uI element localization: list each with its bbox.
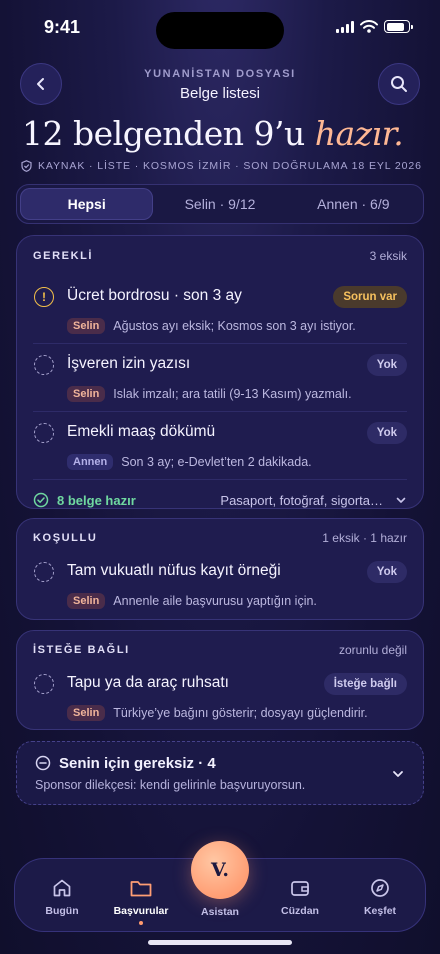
- compass-icon: [369, 877, 391, 899]
- status-badge[interactable]: Yok: [366, 561, 407, 583]
- battery-icon: [384, 20, 413, 33]
- doc-title: Tapu ya da araç ruhsatı: [67, 674, 229, 691]
- source-line: KAYNAK · LİSTE · KOSMOS İZMİR · SON DOĞR…: [21, 160, 422, 172]
- missing-status-icon: [34, 562, 54, 582]
- home-indicator[interactable]: [148, 940, 292, 945]
- person-tag: Selin: [67, 318, 106, 334]
- section-label: İSTEĞE BAĞLI: [33, 644, 130, 656]
- required-section: GEREKLİ 3 eksik ! Ücret bordrosu · son 3…: [16, 235, 424, 509]
- title-accent: hazır.: [314, 114, 404, 153]
- status-bar: 9:41: [0, 0, 440, 56]
- doc-note: Türkiye’ye bağını gösterir; dosyayı güçl…: [113, 706, 368, 720]
- doc-row-property-deed[interactable]: Tapu ya da araç ruhsatı Selin Türkiye’ye…: [33, 663, 407, 731]
- shield-check-icon: [21, 160, 32, 172]
- filter-all[interactable]: Hepsi: [20, 188, 154, 220]
- doc-note: Islak imzalı; ara tatili (9-13 Kasım) ya…: [113, 387, 352, 401]
- doc-title: Tam vukuatlı nüfus kayıt örneği: [67, 562, 281, 579]
- doc-note: Ağustos ayı eksik; Kosmos son 3 ayı isti…: [113, 319, 356, 333]
- doc-title: Ücret bordrosu · son 3 ay: [67, 287, 242, 304]
- status-badge[interactable]: Yok: [366, 422, 407, 444]
- status-icons: [336, 20, 413, 33]
- doc-row-civil-registry[interactable]: Tam vukuatlı nüfus kayıt örneği Selin An…: [33, 551, 407, 619]
- doc-row-pension-statement[interactable]: Emekli maaş dökümü Annen Son 3 ay; e-Dev…: [33, 412, 407, 480]
- chevron-down-icon: [393, 771, 403, 777]
- wifi-icon: [360, 20, 378, 33]
- dynamic-island: [156, 12, 284, 49]
- tab-label: Keşfet: [363, 905, 397, 917]
- doc-title: Emekli maaş dökümü: [67, 423, 216, 440]
- filter-selin[interactable]: Selin · 9/12: [153, 188, 286, 220]
- assistant-button[interactable]: V.: [191, 841, 249, 899]
- status-time: 9:41: [44, 17, 81, 37]
- doc-note: Annenle aile başvurusu yaptığın için.: [113, 594, 317, 608]
- doc-title: İşveren izin yazısı: [67, 355, 191, 372]
- page-title: 12 belgenden 9’u hazır.: [22, 114, 404, 153]
- doc-row-payslip[interactable]: ! Ücret bordrosu · son 3 ay Selin Ağusto…: [33, 276, 407, 344]
- back-button[interactable]: [20, 63, 62, 105]
- status-badge[interactable]: Sorun var: [333, 286, 407, 308]
- not-needed-section[interactable]: Senin için gereksiz · 4 Sponsor dilekçes…: [16, 741, 424, 805]
- person-tag: Selin: [67, 386, 106, 402]
- check-circle-icon: [33, 492, 49, 508]
- person-tag: Annen: [67, 454, 114, 470]
- minus-circle-icon: [35, 755, 51, 771]
- conditional-section: KOŞULLU 1 eksik · 1 hazır Tam vukuatlı n…: [16, 518, 424, 620]
- optional-section: İSTEĞE BAĞLI zorunlu değil Tapu ya da ar…: [16, 630, 424, 730]
- wallet-icon: [289, 877, 311, 899]
- doc-note: Son 3 ay; e-Devlet’ten 2 dakikada.: [121, 455, 312, 469]
- tab-label: Bugün: [45, 905, 79, 917]
- tab-label: Başvurular: [113, 905, 169, 917]
- section-label: KOŞULLU: [33, 532, 98, 544]
- person-filter: Hepsi Selin · 9/12 Annen · 6/9: [16, 184, 424, 224]
- folder-icon: [129, 877, 153, 899]
- tab-applications[interactable]: Başvurular: [100, 859, 182, 933]
- ready-count: 8 belge hazır: [57, 492, 136, 508]
- not-needed-title: Senin için gereksiz · 4: [59, 755, 216, 772]
- section-count: 3 eksik: [369, 249, 407, 263]
- header: YUNANİSTAN DOSYASI Belge listesi: [100, 68, 340, 102]
- cellular-signal-icon: [336, 20, 354, 33]
- person-tag: Selin: [67, 705, 106, 721]
- not-needed-subtitle: Sponsor dilekçesi: kendi gelirinle başvu…: [35, 778, 306, 792]
- section-count: zorunlu değil: [338, 643, 407, 657]
- missing-status-icon: [34, 355, 54, 375]
- header-eyebrow: YUNANİSTAN DOSYASI: [144, 68, 296, 80]
- search-icon: [391, 76, 407, 92]
- person-tag: Selin: [67, 593, 106, 609]
- search-button[interactable]: [378, 63, 420, 105]
- tab-label: Cüzdan: [281, 905, 319, 917]
- filter-annen[interactable]: Annen · 6/9: [287, 188, 420, 220]
- ready-list: Pasaport, fotoğraf, sigorta…: [220, 492, 383, 508]
- assistant-label: Asistan: [201, 906, 239, 918]
- source-text: KAYNAK · LİSTE · KOSMOS İZMİR · SON DOĞR…: [38, 160, 422, 172]
- status-badge[interactable]: İsteğe bağlı: [323, 673, 407, 695]
- tab-discover[interactable]: Keşfet: [339, 859, 421, 933]
- assistant-logo-icon: V.: [210, 859, 230, 881]
- tab-wallet[interactable]: Cüzdan: [259, 859, 341, 933]
- chevron-left-icon: [37, 78, 44, 90]
- home-icon: [51, 877, 73, 899]
- status-badge[interactable]: Yok: [366, 354, 407, 376]
- missing-status-icon: [34, 674, 54, 694]
- missing-status-icon: [34, 423, 54, 443]
- doc-row-employer-letter[interactable]: İşveren izin yazısı Selin Islak imzalı; …: [33, 344, 407, 412]
- section-label: GEREKLİ: [33, 250, 94, 262]
- title-main: 12 belgenden 9’u: [22, 114, 315, 153]
- ready-documents-row[interactable]: 8 belge hazır Pasaport, fotoğraf, sigort…: [17, 480, 423, 520]
- header-title: Belge listesi: [179, 85, 261, 102]
- tab-today[interactable]: Bugün: [21, 859, 103, 933]
- active-indicator: [139, 921, 143, 925]
- chevron-down-icon: [395, 494, 407, 506]
- warning-icon: !: [34, 287, 54, 307]
- section-count: 1 eksik · 1 hazır: [322, 531, 407, 545]
